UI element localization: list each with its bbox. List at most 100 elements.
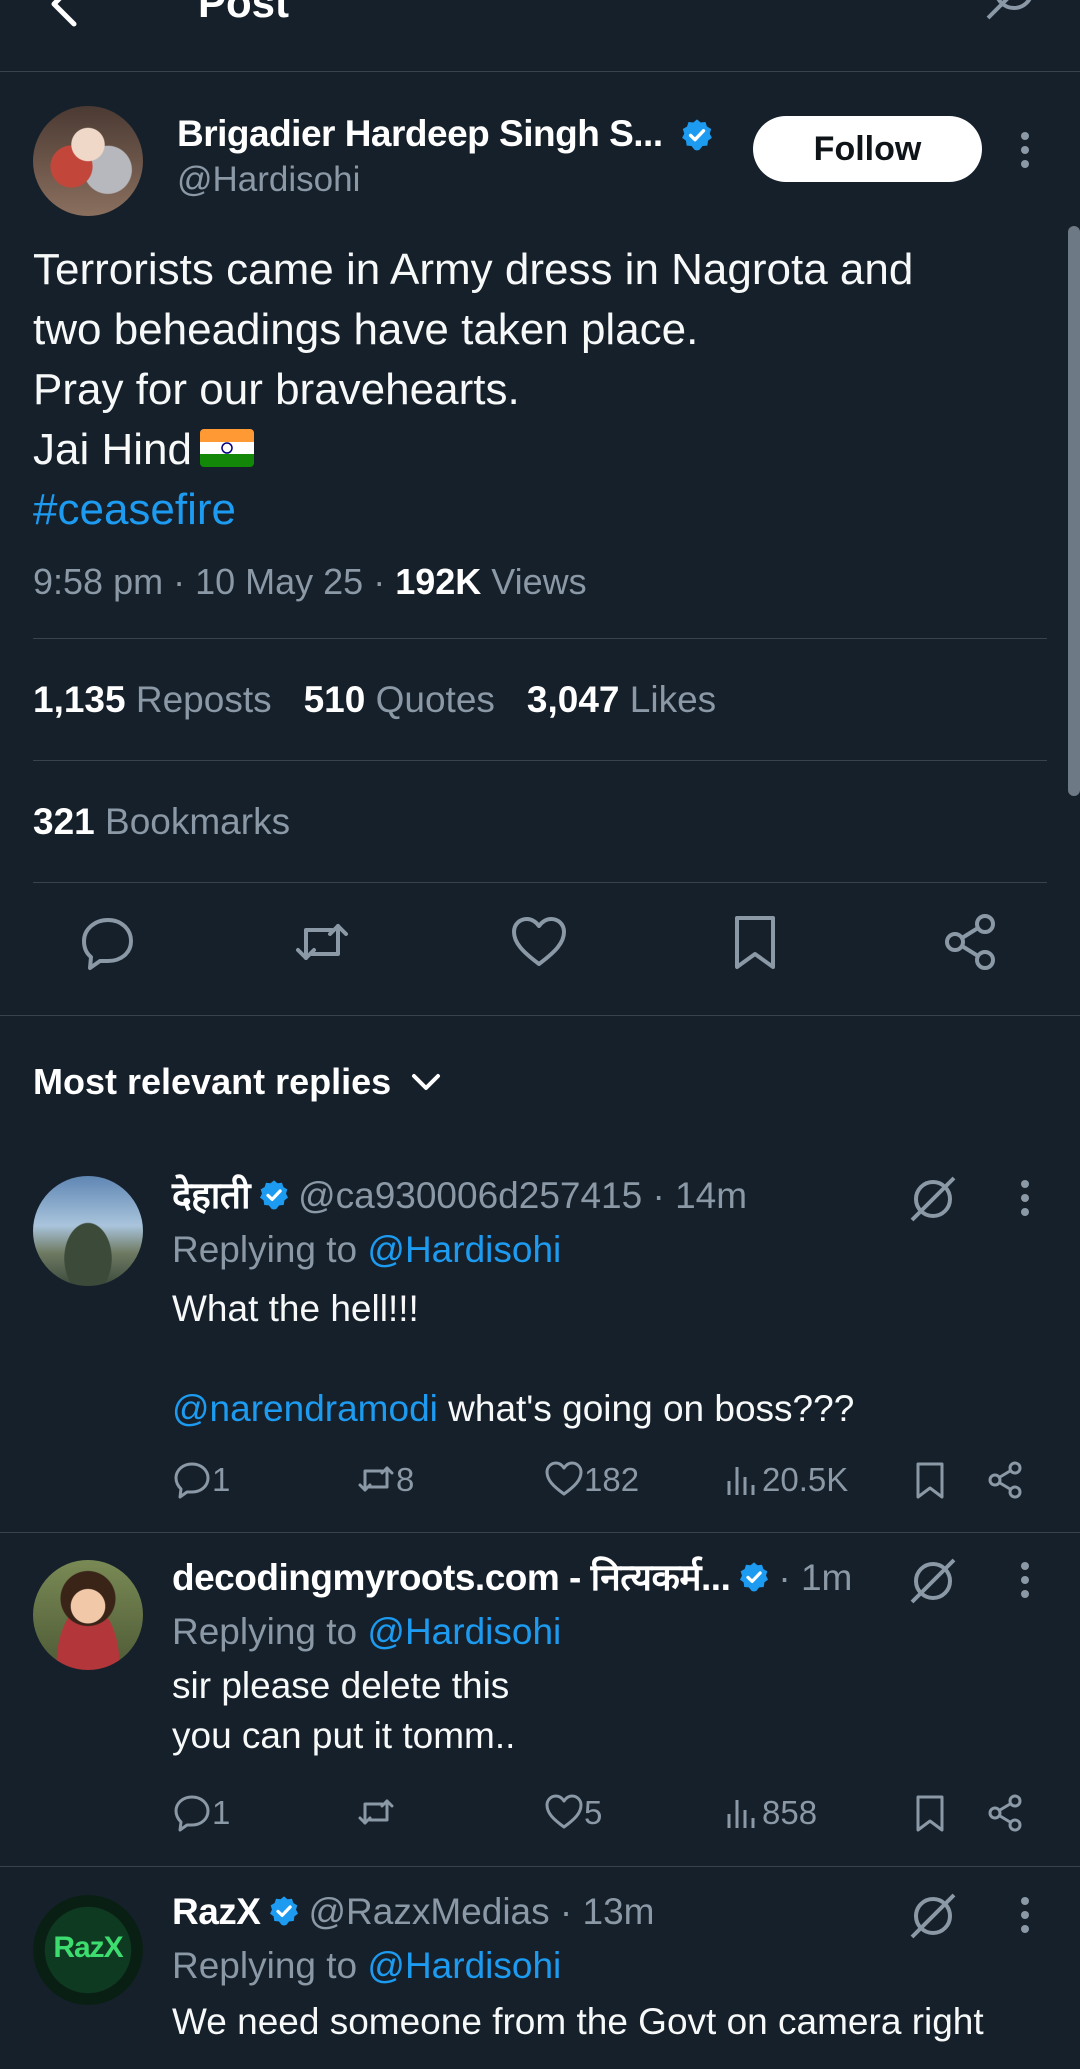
more-icon[interactable]	[1010, 1178, 1040, 1218]
views-count: 192K	[395, 561, 482, 602]
engagement-stats: 1,135 Reposts 510 Quotes 3,047 Likes	[33, 676, 748, 724]
reply-action-bar: 1 8 182 20.5K	[172, 1456, 1052, 1504]
reply-author-name[interactable]: decodingmyroots.com - नित्यकर्म...	[172, 1557, 731, 1598]
replies-sort-header[interactable]: Most relevant replies	[33, 1058, 391, 1106]
reply-header: RazX @RazxMedias · 13m	[172, 1888, 655, 1936]
repost-icon[interactable]	[292, 912, 352, 972]
reposts-label: Reposts	[135, 679, 272, 720]
author-name[interactable]: Brigadier Hardeep Singh S...	[177, 112, 663, 156]
reposts-stat[interactable]: 1,135 Reposts	[33, 679, 272, 720]
reply-count: 1	[212, 1461, 231, 1498]
share-icon[interactable]	[986, 1460, 1026, 1500]
separator: ·	[642, 1175, 676, 1216]
post-date: 10 May 25	[195, 561, 364, 602]
post-text-segment: Jai Hind	[33, 425, 192, 474]
quotes-stat[interactable]: 510 Quotes	[304, 679, 495, 720]
reply-time: 1m	[800, 1557, 853, 1598]
likes-label: Likes	[629, 679, 717, 720]
mention-link[interactable]: @Hardisohi	[367, 1229, 561, 1270]
repost-icon	[358, 1466, 394, 1492]
like-icon	[545, 1461, 583, 1496]
post-meta: 9:58 pm · 10 May 25 · 192K Views	[33, 561, 587, 602]
reply-item[interactable]: decodingmyroots.com - नित्यकर्म... · 1m …	[0, 1533, 1080, 1866]
views-count: 858	[762, 1794, 818, 1831]
replying-to-prefix: Replying to	[172, 1229, 358, 1270]
repost-button[interactable]	[356, 1789, 396, 1837]
post-action-bar	[0, 912, 1080, 982]
reply-header: decodingmyroots.com - नित्यकर्म... · 1m	[172, 1554, 852, 1602]
reply-text: sir please delete this you can put it to…	[172, 1661, 1052, 1761]
quotes-label: Quotes	[375, 679, 495, 720]
more-icon[interactable]	[1010, 128, 1040, 172]
reply-text-line: What the hell!!!	[172, 1288, 419, 1329]
reply-item[interactable]: RazX RazX @RazxMedias · 13m Replying to …	[0, 1867, 1080, 2069]
page-title: Post	[198, 0, 290, 26]
reply-author-name[interactable]: RazX	[172, 1891, 261, 1932]
post-text-line: Pray for our bravehearts.	[33, 365, 520, 414]
like-icon[interactable]	[509, 912, 569, 972]
grok-icon[interactable]	[982, 0, 1042, 28]
reply-author-handle[interactable]: @ca930006d257415	[298, 1175, 642, 1216]
reply-item[interactable]: देहाती @ca930006d257415 · 14m Replying t…	[0, 1150, 1080, 1532]
repost-button[interactable]: 8	[356, 1456, 414, 1504]
like-button[interactable]: 5	[544, 1789, 602, 1837]
bookmark-icon[interactable]	[910, 1793, 950, 1833]
avatar-logo-text: RazX	[53, 1931, 123, 1964]
avatar[interactable]	[33, 106, 143, 216]
like-button[interactable]: 182	[544, 1456, 639, 1504]
bookmark-icon[interactable]	[910, 1460, 950, 1500]
reply-time: 14m	[675, 1175, 748, 1216]
bookmarks-stat[interactable]: 321 Bookmarks	[33, 798, 290, 846]
reply-author-name[interactable]: देहाती	[172, 1175, 251, 1216]
post-text-line: Terrorists came in Army dress in Nagrota…	[33, 245, 914, 294]
grok-icon[interactable]	[908, 1174, 958, 1224]
views-button[interactable]: 20.5K	[722, 1456, 848, 1504]
verified-icon	[270, 1896, 299, 1926]
post-time: 9:58 pm	[33, 561, 164, 602]
more-icon[interactable]	[1010, 1895, 1040, 1935]
chevron-down-icon[interactable]	[408, 1068, 444, 1098]
reply-text-line: you can put it tomm..	[172, 1715, 516, 1756]
avatar[interactable]	[33, 1176, 143, 1286]
reply-button[interactable]: 1	[172, 1456, 230, 1504]
mention-link[interactable]: @narendramodi	[172, 1388, 438, 1429]
reply-header: देहाती @ca930006d257415 · 14m	[172, 1172, 747, 1220]
divider	[33, 882, 1047, 883]
share-icon[interactable]	[986, 1793, 1026, 1833]
like-count: 5	[584, 1794, 603, 1831]
separator: ·	[778, 1557, 801, 1598]
likes-stat[interactable]: 3,047 Likes	[527, 679, 716, 720]
mention-link[interactable]: @Hardisohi	[367, 1611, 561, 1652]
post-text-line: two beheadings have taken place.	[33, 305, 699, 354]
reply-icon[interactable]	[78, 912, 138, 972]
more-icon[interactable]	[1010, 1560, 1040, 1600]
scrollbar[interactable]	[1068, 226, 1080, 796]
verified-icon	[740, 1562, 769, 1592]
bookmarks-count: 321	[33, 801, 95, 842]
reply-count: 1	[212, 1794, 231, 1831]
india-flag-icon	[199, 429, 254, 468]
hashtag-link[interactable]: #ceasefire	[33, 480, 1043, 540]
views-button[interactable]: 858	[722, 1789, 817, 1837]
grok-icon[interactable]	[908, 1891, 958, 1941]
reply-text: What the hell!!! @narendramodi what's go…	[172, 1284, 1052, 1434]
avatar[interactable]	[33, 1560, 143, 1670]
reply-button[interactable]: 1	[172, 1789, 230, 1837]
reply-text-segment: what's going on boss???	[448, 1388, 855, 1429]
author-handle[interactable]: @Hardisohi	[177, 158, 360, 202]
like-count: 182	[584, 1461, 640, 1498]
bookmark-icon[interactable]	[725, 912, 785, 972]
back-arrow-icon[interactable]	[40, 0, 100, 36]
repost-count: 8	[396, 1461, 415, 1498]
divider	[33, 638, 1047, 639]
reply-author-handle[interactable]: @RazxMedias	[308, 1891, 549, 1932]
avatar[interactable]: RazX	[33, 1895, 143, 2005]
share-icon[interactable]	[941, 912, 1001, 972]
post-text-line: Jai Hind	[33, 420, 1043, 480]
grok-icon[interactable]	[908, 1556, 958, 1606]
follow-button[interactable]: Follow	[753, 116, 982, 182]
likes-count: 3,047	[526, 679, 620, 720]
mention-link[interactable]: @Hardisohi	[367, 1945, 561, 1986]
like-icon	[545, 1794, 583, 1829]
verified-icon	[682, 119, 712, 151]
